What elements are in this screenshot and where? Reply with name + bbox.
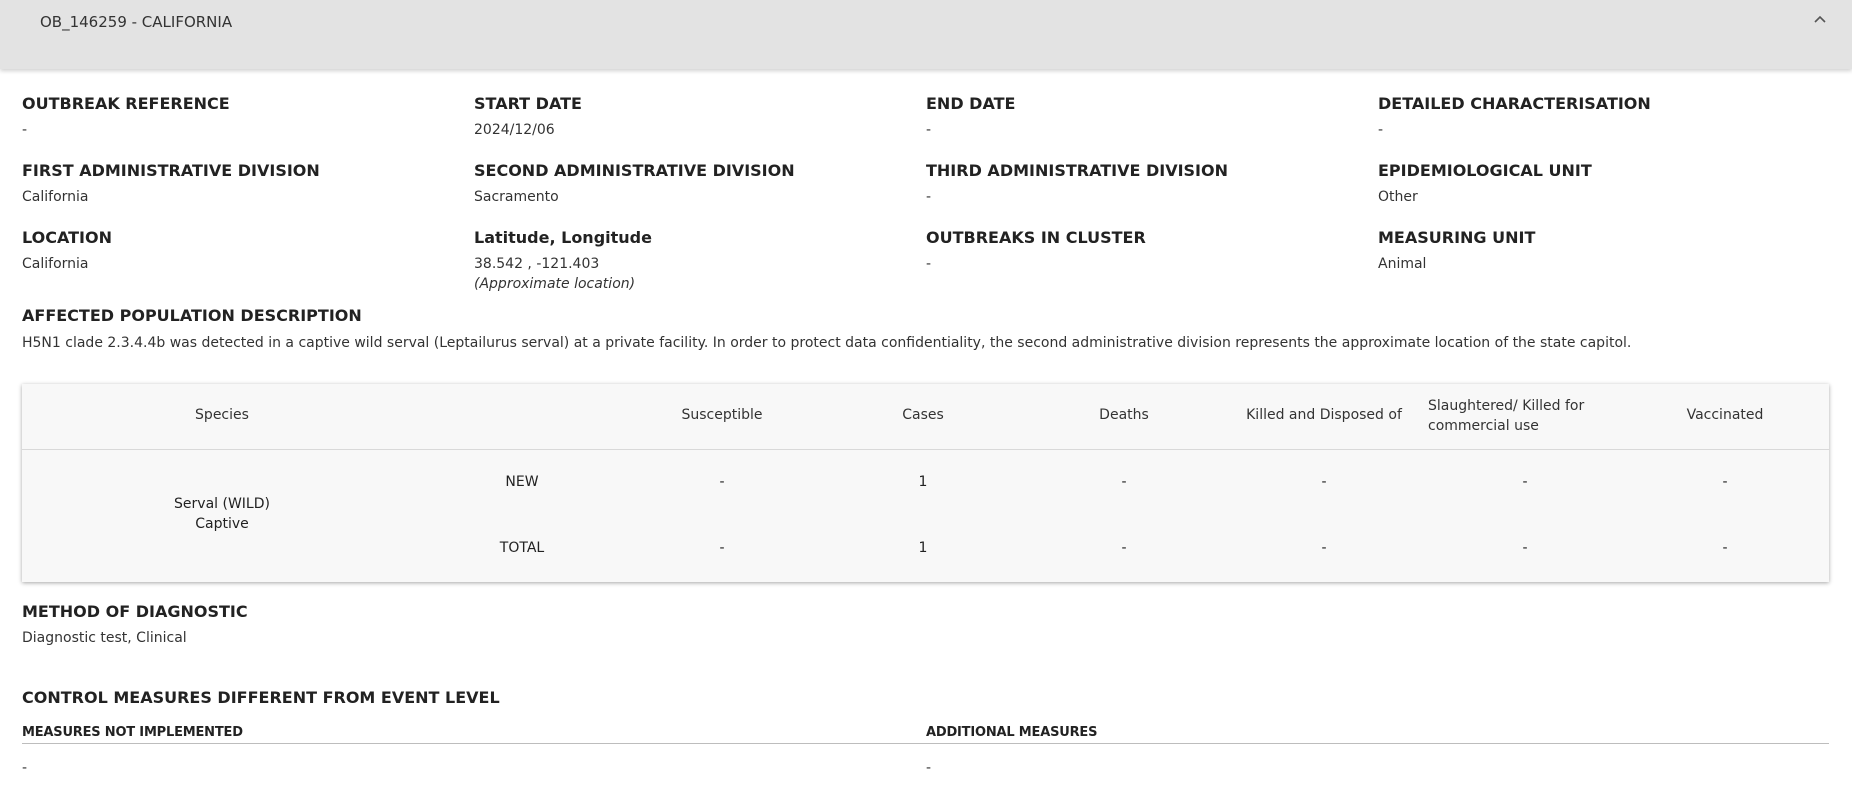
row-type-new: NEW — [505, 474, 539, 490]
third-admin-division-label: THIRD ADMINISTRATIVE DIVISION — [926, 161, 1228, 180]
control-measures-label: CONTROL MEASURES DIFFERENT FROM EVENT LE… — [22, 688, 500, 707]
method-of-diagnostic-value: Diagnostic test, Clinical — [22, 630, 187, 646]
affected-population-label: AFFECTED POPULATION DESCRIPTION — [22, 306, 362, 325]
species-status: Captive — [195, 516, 249, 532]
header-species: Species — [195, 407, 249, 423]
first-admin-division-label: FIRST ADMINISTRATIVE DIVISION — [22, 161, 320, 180]
new-killed-disposed: - — [1321, 474, 1327, 490]
method-of-diagnostic-label: METHOD OF DIAGNOSTIC — [22, 602, 248, 621]
measuring-unit-label: MEASURING UNIT — [1378, 228, 1536, 247]
additional-measures-label: ADDITIONAL MEASURES — [926, 725, 1098, 740]
measures-not-implemented-value: - — [22, 760, 28, 776]
species-name: Serval (WILD) — [174, 496, 270, 512]
total-susceptible: - — [719, 540, 725, 556]
outbreaks-in-cluster-value: - — [926, 256, 932, 272]
header-slaughtered: Slaughtered/ Killed for commercial use — [1428, 398, 1585, 434]
third-admin-division-value: - — [926, 189, 932, 205]
second-admin-division-label: SECOND ADMINISTRATIVE DIVISION — [474, 161, 795, 180]
second-admin-division-value: Sacramento — [474, 189, 559, 205]
end-date-value: - — [926, 122, 932, 138]
outbreak-reference-label: OUTBREAK REFERENCE — [22, 94, 230, 113]
location-label: LOCATION — [22, 228, 112, 247]
total-slaughtered: - — [1522, 540, 1528, 556]
header-susceptible: Susceptible — [681, 407, 763, 423]
epidemiological-unit-value: Other — [1378, 189, 1418, 205]
new-deaths: - — [1121, 474, 1127, 490]
affected-population-text: H5N1 clade 2.3.4.4b was detected in a ca… — [22, 335, 1632, 351]
approximate-location-note: (Approximate location) — [474, 276, 636, 292]
header-cases: Cases — [902, 407, 944, 423]
new-susceptible: - — [719, 474, 725, 490]
location-value: California — [22, 256, 89, 272]
new-slaughtered: - — [1522, 474, 1528, 490]
outbreak-title: OB_146259 - CALIFORNIA — [40, 13, 233, 31]
table-header-divider — [22, 449, 1829, 450]
outbreak-reference-value: - — [22, 122, 28, 138]
outbreaks-in-cluster-label: OUTBREAKS IN CLUSTER — [926, 228, 1146, 247]
start-date-value: 2024/12/06 — [474, 122, 555, 138]
header-deaths: Deaths — [1099, 407, 1149, 423]
outbreak-panel-header[interactable]: OB_146259 - CALIFORNIA — [0, 0, 1852, 69]
chevron-up-icon[interactable] — [1808, 8, 1832, 32]
lat-long-value: 38.542 , -121.403 — [474, 256, 600, 272]
new-vaccinated: - — [1722, 474, 1728, 490]
total-vaccinated: - — [1722, 540, 1728, 556]
row-type-total: TOTAL — [499, 540, 545, 556]
species-table: Species Susceptible Cases Deaths Killed … — [22, 384, 1829, 582]
total-deaths: - — [1121, 540, 1127, 556]
measures-not-implemented-label: MEASURES NOT IMPLEMENTED — [22, 725, 243, 740]
start-date-label: START DATE — [474, 94, 582, 113]
epidemiological-unit-label: EPIDEMIOLOGICAL UNIT — [1378, 161, 1592, 180]
new-cases: 1 — [918, 474, 928, 490]
first-admin-division-value: California — [22, 189, 89, 205]
total-cases: 1 — [918, 540, 928, 556]
total-killed-disposed: - — [1321, 540, 1327, 556]
measures-not-implemented-divider — [22, 743, 926, 744]
additional-measures-value: - — [926, 760, 932, 776]
header-killed-disposed: Killed and Disposed of — [1246, 407, 1402, 423]
end-date-label: END DATE — [926, 94, 1016, 113]
header-vaccinated: Vaccinated — [1686, 407, 1764, 423]
additional-measures-divider — [926, 743, 1829, 744]
measuring-unit-value: Animal — [1378, 256, 1427, 272]
detailed-characterisation-label: DETAILED CHARACTERISATION — [1378, 94, 1651, 113]
detailed-characterisation-value: - — [1378, 122, 1384, 138]
lat-long-label: Latitude, Longitude — [474, 228, 652, 247]
